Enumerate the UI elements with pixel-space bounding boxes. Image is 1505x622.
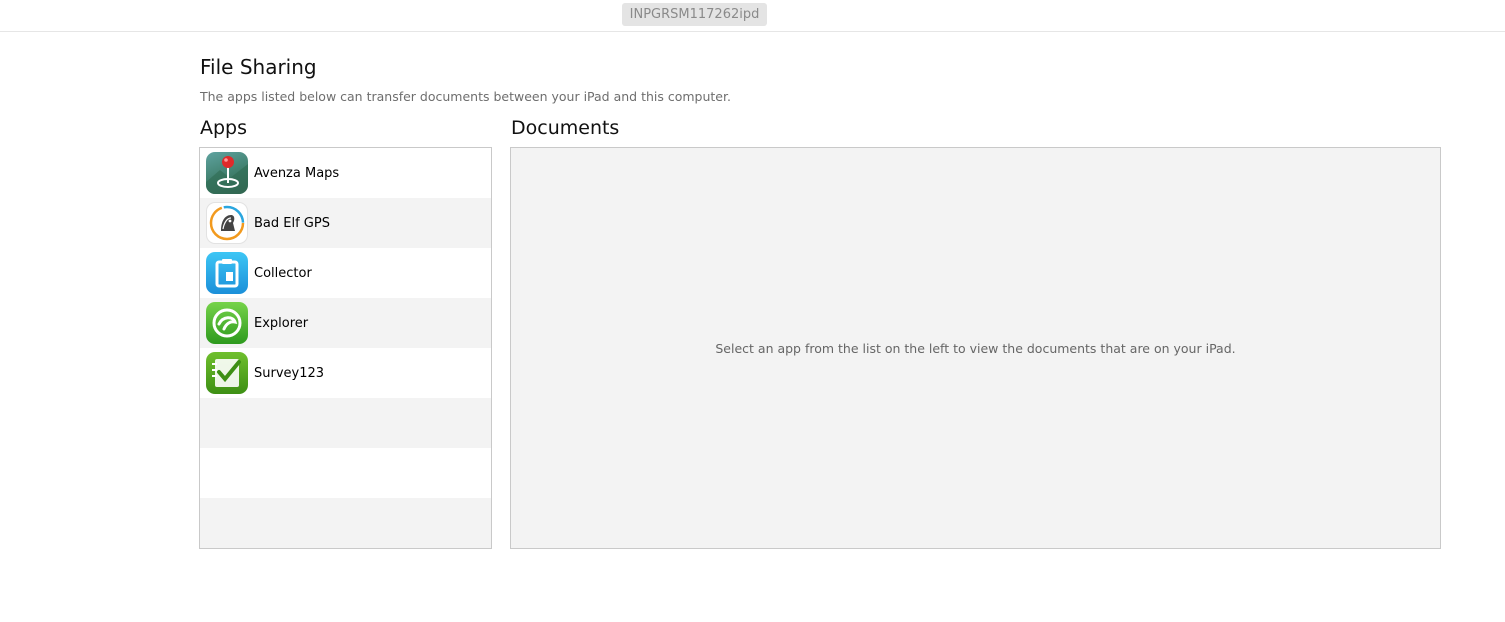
app-label: Bad Elf GPS: [254, 215, 330, 231]
explorer-icon: [206, 302, 248, 344]
app-row-bad-elf-gps[interactable]: Bad Elf GPS: [200, 198, 491, 248]
app-row-explorer[interactable]: Explorer: [200, 298, 491, 348]
top-bar: INPGRSM117262ipd: [0, 0, 1505, 32]
documents-empty-message: Select an app from the list on the left …: [715, 341, 1236, 356]
bad-elf-gps-icon: [206, 202, 248, 244]
apps-heading: Apps: [200, 117, 248, 139]
empty-row: [200, 398, 491, 448]
documents-heading: Documents: [511, 117, 620, 139]
app-label: Survey123: [254, 365, 325, 381]
documents-panel[interactable]: Select an app from the list on the left …: [510, 147, 1441, 549]
empty-row: [200, 498, 491, 548]
apps-list[interactable]: Avenza Maps Bad Elf GPS Collector Explor…: [199, 147, 492, 549]
app-label: Collector: [254, 265, 312, 281]
device-name-button[interactable]: INPGRSM117262ipd: [622, 3, 767, 26]
avenza-maps-icon: [206, 152, 248, 194]
file-sharing-title: File Sharing: [200, 55, 317, 79]
survey123-icon: [206, 352, 248, 394]
file-sharing-description: The apps listed below can transfer docum…: [200, 89, 731, 104]
collector-icon: [206, 252, 248, 294]
app-label: Explorer: [254, 315, 309, 331]
app-row-survey123[interactable]: Survey123: [200, 348, 491, 398]
app-label: Avenza Maps: [254, 165, 340, 181]
app-row-avenza-maps[interactable]: Avenza Maps: [200, 148, 491, 198]
app-row-collector[interactable]: Collector: [200, 248, 491, 298]
empty-row: [200, 448, 491, 498]
